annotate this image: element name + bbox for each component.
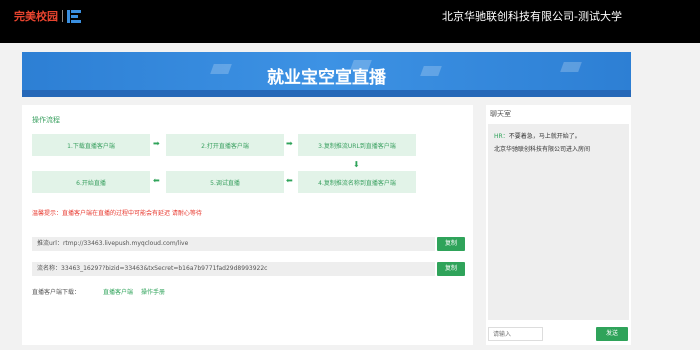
warning-tip: 温馨提示：直播客户端在直播的过程中可能会有延迟 请耐心等待 — [32, 210, 202, 217]
manual-link[interactable]: 操作手册 — [141, 287, 165, 296]
stream-url-field[interactable]: 推流url：rtmp://33463.livepush.myqcloud.com… — [32, 237, 435, 251]
message-text: 不要着急，马上就开始了。 — [508, 133, 581, 140]
step-open: 2.打开直播客户端 — [166, 134, 284, 156]
stream-url-value: rtmp://33463.livepush.myqcloud.com/live — [62, 240, 189, 247]
logo[interactable]: 完美校园 — [14, 8, 81, 24]
banner-bottom-bar — [22, 90, 631, 97]
chat-messages: HR：不要着急，马上就开始了。 北京华驰联创科技有限公司进入房间 — [488, 124, 629, 320]
chat-input[interactable] — [488, 327, 543, 341]
downloads-label: 直播客户端下载： — [32, 289, 81, 296]
step-download: 1.下载直播客户端 — [32, 134, 150, 156]
banner-title: 就业宝空宣直播 — [267, 68, 386, 88]
arrow-right-icon: ➡ — [286, 139, 293, 148]
stream-url-label: 推流url： — [37, 240, 63, 247]
chat-message: HR：不要着急，马上就开始了。 — [494, 131, 581, 140]
process-title: 操作流程 — [32, 116, 60, 124]
message-sender: HR： — [494, 133, 509, 140]
stream-name-field[interactable]: 流名称：33463_16297?bizid=33463&txSecret=b16… — [32, 262, 435, 276]
chat-message: 北京华驰联创科技有限公司进入房间 — [494, 144, 590, 153]
step-debug: 5.调试直播 — [166, 171, 284, 193]
send-button[interactable]: 发送 — [596, 327, 628, 341]
logo-divider — [62, 10, 63, 22]
step-copy-url: 3.复制推流URL到直播客户端 — [298, 134, 416, 156]
stream-name-label: 流名称： — [37, 265, 62, 272]
step-start: 6.开始直播 — [32, 171, 150, 193]
message-text: 北京华驰联创科技有限公司进入房间 — [494, 146, 591, 153]
banner: 就业宝空宣直播 — [22, 52, 631, 97]
arrow-left-icon: ⬅ — [286, 176, 293, 185]
organization-title: 北京华驰联创科技有限公司-测试大学 — [442, 10, 622, 23]
brand-mark-icon — [67, 9, 81, 23]
copy-url-button[interactable]: 复制 — [437, 237, 465, 251]
arrow-right-icon: ➡ — [153, 139, 160, 148]
chat-panel: 聊天室 HR：不要着急，马上就开始了。 北京华驰联创科技有限公司进入房间 发送 — [486, 105, 631, 345]
client-download-link[interactable]: 直播客户端 — [103, 287, 133, 296]
chat-title: 聊天室 — [490, 110, 511, 118]
logo-text: 完美校园 — [14, 10, 58, 23]
copy-name-button[interactable]: 复制 — [437, 262, 465, 276]
step-copy-name: 4.复制推流名称到直播客户端 — [298, 171, 416, 193]
top-bar: 完美校园 北京华驰联创科技有限公司-测试大学 — [0, 0, 700, 43]
arrow-left-icon: ⬅ — [153, 176, 160, 185]
stream-name-value: 33463_16297?bizid=33463&txSecret=b16a7b9… — [61, 265, 268, 272]
main-panel: 操作流程 1.下载直播客户端 ➡ 2.打开直播客户端 ➡ 3.复制推流URL到直… — [22, 105, 473, 345]
arrow-down-icon: ⬇ — [353, 160, 360, 169]
